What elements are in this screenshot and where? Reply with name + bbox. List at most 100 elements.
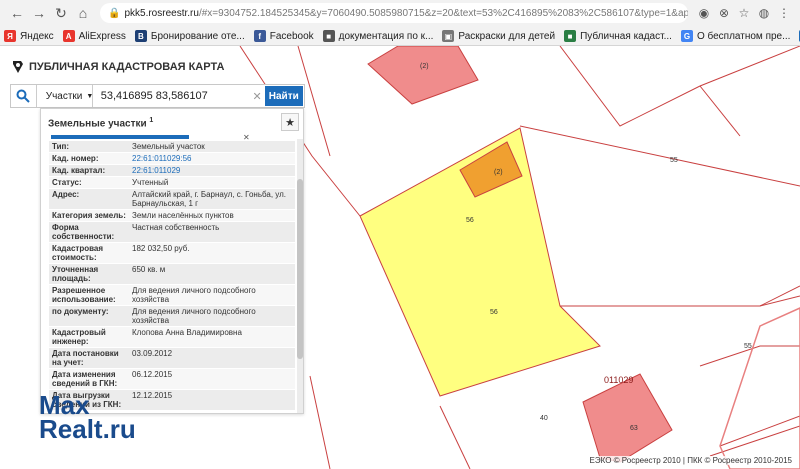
property-key: Тип: bbox=[52, 142, 69, 151]
property-row: Форма собственности: Частная собственност… bbox=[49, 222, 295, 243]
property-row: Кадастровая стоимость: 182 032,50 руб. bbox=[49, 243, 295, 264]
panel-title: Земельные участки 1 bbox=[48, 117, 153, 129]
bookmark-label: AliExpress bbox=[78, 30, 126, 42]
bookmark-favicon-icon: Я bbox=[4, 30, 16, 42]
bookmark-favicon-icon: ■ bbox=[322, 30, 335, 42]
property-row: Адрес: Алтайский край, г. Барнаул, с. Гон… bbox=[49, 189, 295, 210]
property-row: Уточненная площадь: 650 кв. м bbox=[49, 264, 295, 285]
scrollbar[interactable] bbox=[297, 139, 303, 413]
url-host: pkk5.rosreestr.ru bbox=[124, 7, 199, 19]
property-value: Земли населённых пунктов bbox=[132, 211, 234, 220]
clear-icon[interactable]: ✕ bbox=[251, 85, 264, 107]
property-value: Учтенный bbox=[132, 178, 169, 187]
home-icon[interactable]: ⌂ bbox=[72, 2, 94, 24]
logo-icon bbox=[13, 61, 23, 73]
property-row: Категория земель: Земли населённых пункто… bbox=[49, 210, 295, 222]
bookmark-item[interactable]: GО бесплатном пре... bbox=[680, 30, 791, 42]
label-building-small: (2) bbox=[494, 169, 503, 176]
info-panel: Земельные участки 1 ★ ✕ Тип: Земельный уч… bbox=[40, 108, 304, 414]
property-key: Кадастровый инженер: bbox=[52, 328, 106, 346]
search-toggle-button[interactable] bbox=[11, 85, 37, 107]
label-plot-40: 40 bbox=[540, 415, 548, 422]
property-value: 650 кв. м bbox=[132, 265, 166, 274]
scrollbar-thumb[interactable] bbox=[297, 179, 303, 359]
watermark-line2: Realt.ru bbox=[39, 414, 136, 444]
bookmark-favicon-icon: ■ bbox=[564, 30, 577, 42]
boundary-line bbox=[759, 295, 800, 307]
url-field[interactable]: 🔒 pkk5.rosreestr.ru /#x=9304752.18452534… bbox=[100, 3, 688, 23]
reload-icon[interactable]: ↻ bbox=[50, 2, 72, 24]
camera-icon[interactable]: ◉ bbox=[694, 3, 714, 23]
bookmark-favicon-icon: f bbox=[253, 30, 266, 42]
bookmark-label: документация по к... bbox=[338, 30, 434, 42]
bookmark-star-icon[interactable]: ☆ bbox=[734, 3, 754, 23]
favorite-star-icon[interactable]: ★ bbox=[281, 113, 299, 131]
property-key: по документу: bbox=[52, 307, 109, 316]
extension-icon[interactable]: ◍ bbox=[754, 3, 774, 23]
search-type-select[interactable]: Участки ▼ bbox=[41, 85, 93, 107]
panel-title-text: Земельные участки bbox=[48, 118, 147, 130]
bookmark-favicon-icon: G bbox=[680, 30, 693, 42]
bookmarks-bar: Я Яндекс A AliExpress B Бронирование оте... f F… bbox=[0, 26, 800, 46]
property-row: Дата изменения сведений в ГКН: 06.12.2015 bbox=[49, 369, 295, 390]
label-plot-55-b: 55 bbox=[744, 343, 752, 350]
bookmark-item[interactable]: ■ документация по к... bbox=[322, 30, 434, 42]
property-key: Кадастровая стоимость: bbox=[52, 244, 104, 262]
bookmark-item[interactable]: A AliExpress bbox=[62, 30, 126, 42]
property-link[interactable]: 22:61:011029:56 bbox=[129, 153, 295, 164]
bookmark-item[interactable]: f Facebook bbox=[253, 30, 314, 42]
address-bar: ← → ↻ ⌂ 🔒 pkk5.rosreestr.ru /#x=9304752.… bbox=[0, 0, 800, 26]
find-button[interactable]: Найти bbox=[264, 86, 303, 106]
property-row: Кад. квартал: 22:61:011029 bbox=[49, 165, 295, 177]
property-key: Разрешенное использование: bbox=[52, 286, 116, 304]
label-parcel-b: 56 bbox=[490, 309, 498, 316]
property-value: 182 032,50 руб. bbox=[132, 244, 190, 253]
bookmark-label: О бесплатном пре... bbox=[696, 30, 791, 42]
copyright-text: ЕЭКО © Росреестр 2010 | ПКК © Росреестр … bbox=[587, 456, 794, 465]
boundary-line bbox=[699, 85, 741, 137]
bookmark-item[interactable]: ■ Публичная кадаст... bbox=[564, 30, 672, 42]
boundary-line bbox=[559, 46, 800, 127]
property-value: Клопова Анна Владимировна bbox=[132, 328, 242, 337]
back-icon[interactable]: ← bbox=[6, 2, 28, 24]
boundary-line bbox=[519, 125, 800, 187]
search-bar: Участки ▼ ✕ Найти bbox=[10, 84, 305, 108]
boundary-line bbox=[709, 425, 800, 457]
result-tab[interactable] bbox=[51, 135, 189, 139]
property-row: Статус: Учтенный bbox=[49, 177, 295, 189]
label-quarter: 011029 bbox=[604, 375, 633, 385]
property-row: Кадастровый инженер: Клопова Анна Владими… bbox=[49, 327, 295, 348]
label-plot-55-a: 55 bbox=[670, 157, 678, 164]
property-row: Кад. номер: 22:61:011029:56 bbox=[49, 153, 295, 165]
property-row: Разрешенное использование: Для ведения ли… bbox=[49, 285, 295, 306]
property-value: 03.09.2012 bbox=[132, 349, 173, 358]
bookmark-item[interactable]: B Бронирование оте... bbox=[134, 30, 245, 42]
corner-building bbox=[719, 307, 800, 469]
forward-icon[interactable]: → bbox=[28, 2, 50, 24]
property-link[interactable]: 22:61:011029 bbox=[129, 165, 295, 176]
watermark-logo: Max Realt.ru bbox=[39, 392, 136, 444]
menu-icon[interactable]: ⋮ bbox=[774, 3, 794, 23]
property-key: Форма собственности: bbox=[52, 223, 115, 241]
bookmark-item[interactable]: ▣ Раскраски для детей bbox=[442, 30, 555, 42]
property-key: Статус: bbox=[52, 178, 82, 187]
property-row: Дата постановки на учет: 03.09.2012 bbox=[49, 348, 295, 369]
bookmark-label: Публичная кадаст... bbox=[580, 30, 672, 42]
property-value: Земельный участок bbox=[132, 142, 205, 151]
bookmark-item[interactable]: Я Яндекс bbox=[4, 30, 54, 42]
bookmark-favicon-icon: ▣ bbox=[442, 30, 455, 42]
boundary-line bbox=[309, 375, 331, 469]
url-path: /#x=9304752.184525345&y=7060490.50859807… bbox=[198, 7, 688, 19]
translate-icon[interactable]: ⊗ bbox=[714, 3, 734, 23]
property-row: Тип: Земельный участок bbox=[49, 141, 295, 153]
bookmark-favicon-icon: A bbox=[62, 30, 75, 42]
property-key: Кад. квартал: bbox=[52, 166, 106, 175]
bookmark-label: Раскраски для детей bbox=[458, 30, 556, 42]
search-input[interactable] bbox=[92, 85, 251, 107]
property-value: Для ведения личного подсобного хозяйства bbox=[132, 286, 256, 304]
properties-table: Тип: Земельный участок Кад. номер: 22:61:01… bbox=[49, 141, 295, 411]
bookmark-label: Facebook bbox=[269, 30, 314, 42]
panel-header: Земельные участки 1 ★ bbox=[41, 109, 303, 137]
property-key: Уточненная площадь: bbox=[52, 265, 99, 283]
label-building-top: (2) bbox=[420, 63, 429, 70]
